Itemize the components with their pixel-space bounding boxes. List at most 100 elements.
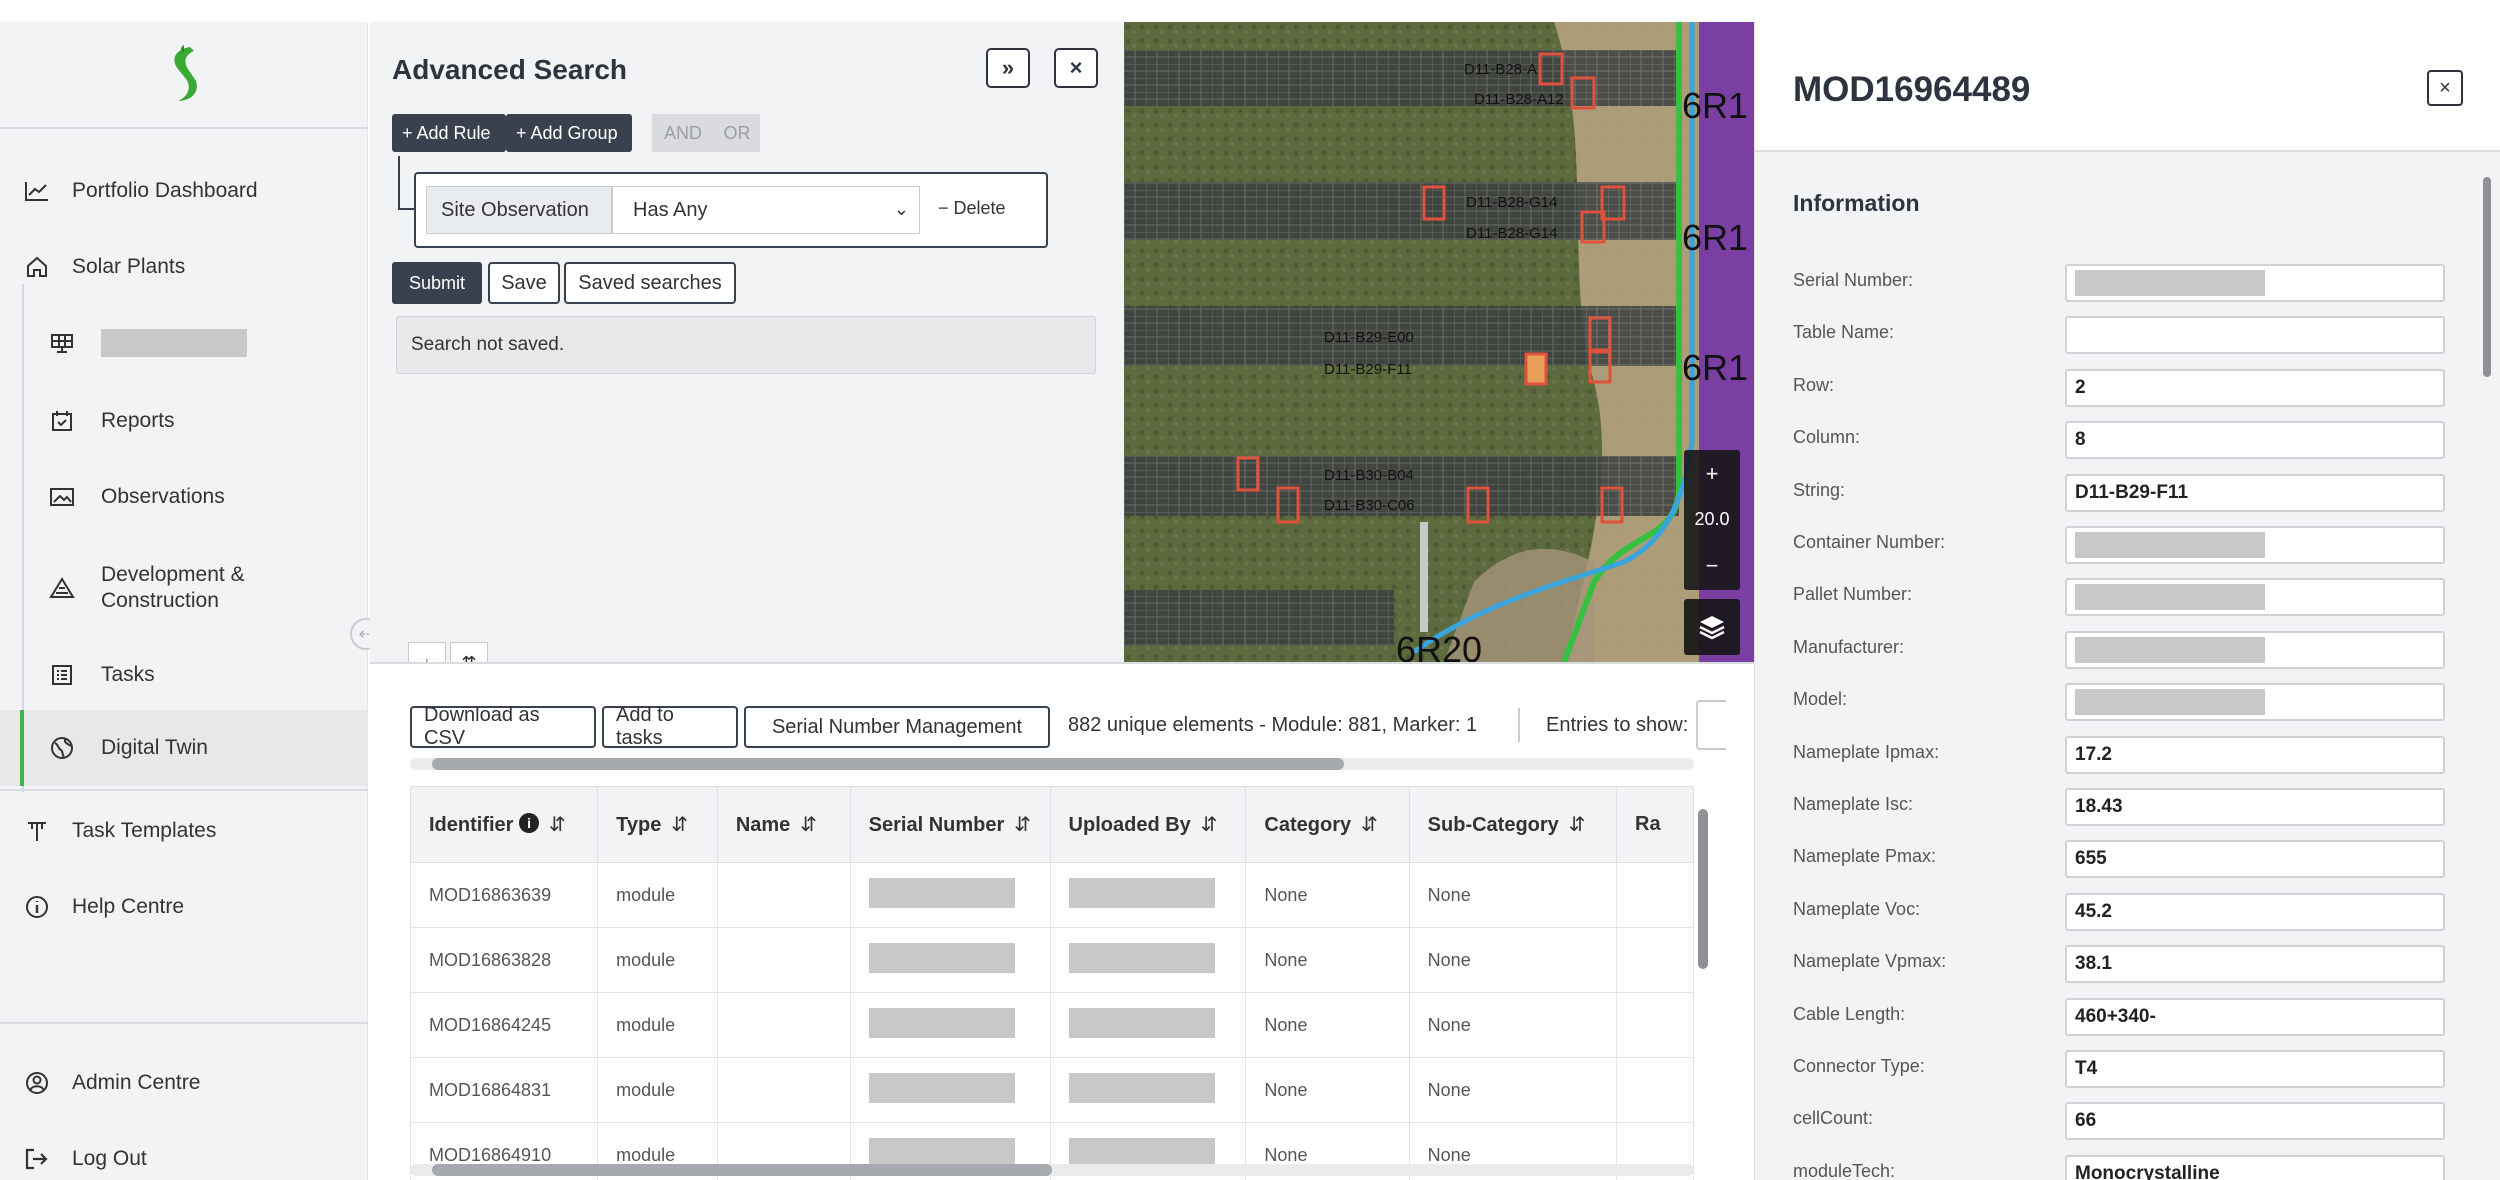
field-label: Nameplate Ipmax: [1793, 741, 1940, 762]
column-header-identifier[interactable]: Identifier i ⇵ [410, 786, 599, 863]
or-toggle[interactable]: OR [714, 114, 760, 152]
sort-icon[interactable]: ⇵ [800, 814, 817, 836]
table-row[interactable]: MOD16863639 module None None [410, 862, 1694, 928]
field-value[interactable] [2065, 526, 2445, 564]
nav-portfolio-dashboard[interactable]: Portfolio Dashboard [0, 154, 368, 228]
field-value[interactable]: 460+340- [2065, 997, 2445, 1036]
sort-icon[interactable]: ⇵ [671, 814, 688, 836]
chart-line-icon [22, 176, 52, 206]
sidebar: Portfolio Dashboard Solar Plants Reports… [0, 22, 368, 1180]
column-header-rating[interactable]: Ra [1616, 786, 1694, 863]
delete-rule-button[interactable]: − Delete [938, 198, 1006, 219]
cell-sub-category: None [1408, 927, 1618, 993]
add-to-tasks-button[interactable]: Add to tasks [602, 704, 738, 749]
add-rule-button[interactable]: + Add Rule [392, 114, 506, 152]
column-header-type[interactable]: Type ⇵ [597, 786, 718, 863]
nav-observations[interactable]: Observations [0, 460, 368, 534]
nav-label: Portfolio Dashboard [72, 179, 258, 202]
sort-icon[interactable]: ⇵ [1014, 814, 1031, 836]
field-value[interactable]: D11-B29-F11 [2065, 473, 2445, 512]
nav-admin-centre[interactable]: Admin Centre [0, 1046, 368, 1120]
column-header-uploaded-by[interactable]: Uploaded By ⇵ [1049, 786, 1247, 863]
solar-panel-icon [47, 328, 77, 358]
field-value[interactable]: T4 [2065, 1050, 2445, 1088]
cell-type: module [597, 992, 718, 1058]
scrollbar-thumb[interactable] [432, 1164, 1052, 1176]
brand-logo[interactable] [0, 22, 368, 129]
field-value[interactable]: 66 [2065, 1102, 2445, 1141]
advanced-search-title: Advanced Search [392, 54, 627, 85]
expand-panel-button[interactable]: » [986, 48, 1030, 88]
table-row[interactable]: MOD16864831 module None None [410, 1057, 1694, 1123]
scrollbar-thumb[interactable] [1698, 809, 1708, 969]
field-value[interactable]: Monocrystalline [2065, 1154, 2445, 1180]
sort-icon[interactable]: ⇵ [549, 814, 566, 836]
sort-icon[interactable]: ⇵ [1361, 814, 1378, 836]
results-summary: 882 unique elements - Module: 881, Marke… [1068, 714, 1478, 736]
divider [1518, 708, 1520, 742]
saved-searches-button[interactable]: Saved searches [564, 262, 736, 304]
table-row[interactable]: MOD16863828 module None None [410, 927, 1694, 993]
rule-operator-select[interactable]: Has Any ⌄ [612, 186, 920, 234]
add-group-button[interactable]: + Add Group [506, 114, 632, 152]
field-value[interactable]: 45.2 [2065, 892, 2445, 931]
map-view[interactable]: D11-B28-A D11-B28-A12 D11-B28-G14 D11-B2… [1124, 22, 1754, 662]
field-label: String: [1793, 479, 1846, 500]
column-header-name[interactable]: Name ⇵ [716, 786, 851, 863]
close-detail-button[interactable]: × [2427, 70, 2463, 106]
field-value[interactable]: 17.2 [2065, 735, 2445, 774]
scrollbar-thumb[interactable] [432, 758, 1344, 770]
info-icon[interactable]: i [519, 813, 540, 833]
close-search-button[interactable]: × [1054, 48, 1098, 88]
cell-name [716, 927, 851, 993]
download-csv-button[interactable]: Download as CSV [410, 704, 596, 749]
map-row-label: 6R1 [1682, 85, 1748, 126]
serial-number-management-button[interactable]: Serial Number Management [744, 706, 1050, 748]
sort-icon[interactable]: ⇵ [1201, 814, 1218, 836]
column-header-sub-category[interactable]: Sub-Category ⇵ [1408, 786, 1618, 863]
field-value[interactable] [2065, 264, 2445, 302]
layers-button[interactable] [1684, 599, 1740, 655]
nav-plant-redacted[interactable] [0, 306, 368, 380]
field-value[interactable]: 2 [2065, 368, 2445, 407]
field-value[interactable] [2065, 630, 2445, 669]
redacted-plant-name [101, 329, 247, 357]
field-value[interactable]: 38.1 [2065, 945, 2445, 984]
nav-tasks[interactable]: Tasks [0, 638, 368, 712]
cell-rating [1616, 927, 1694, 993]
field-value[interactable] [2065, 578, 2445, 617]
submit-button[interactable]: Submit [392, 262, 482, 304]
field-value[interactable] [2065, 316, 2445, 355]
nav-label: Log Out [72, 1147, 147, 1170]
nav-solar-plants[interactable]: Solar Plants [0, 230, 368, 304]
field-value[interactable] [2065, 683, 2445, 722]
cell-sub-category: None [1408, 992, 1618, 1058]
nav-digital-twin[interactable]: Digital Twin [0, 710, 368, 786]
field-value[interactable]: 18.43 [2065, 788, 2445, 826]
nav-task-templates[interactable]: Task Templates [0, 794, 368, 868]
and-toggle[interactable]: AND [652, 114, 714, 152]
column-header-serial-number[interactable]: Serial Number ⇵ [849, 786, 1051, 863]
nav-help-centre[interactable]: Help Centre [0, 870, 368, 944]
nav-log-out[interactable]: Log Out [0, 1122, 368, 1180]
redacted-value [2075, 532, 2265, 558]
map-string-label: D11-B28-A [1464, 61, 1537, 78]
field-label: Pallet Number: [1793, 584, 1913, 605]
zoom-out-button[interactable]: − [1706, 553, 1719, 579]
sort-icon[interactable]: ⇵ [1569, 814, 1586, 836]
entries-select[interactable] [1696, 700, 1726, 750]
zoom-in-button[interactable]: + [1706, 461, 1719, 487]
cell-uploaded-by [1049, 992, 1247, 1058]
field-value[interactable]: 655 [2065, 840, 2445, 879]
table-row[interactable]: MOD16864245 module None None [410, 992, 1694, 1058]
field-value[interactable]: 8 [2065, 421, 2445, 460]
column-header-category[interactable]: Category ⇵ [1245, 786, 1410, 863]
cell-name [716, 992, 851, 1058]
nav-reports[interactable]: Reports [0, 384, 368, 458]
search-status-message: Search not saved. [396, 316, 1096, 374]
nav-development-construction[interactable]: Development & Construction [0, 548, 368, 628]
save-button[interactable]: Save [488, 262, 560, 304]
tasks-list-icon [47, 660, 77, 690]
cell-serial-number [849, 992, 1051, 1058]
scrollbar-thumb[interactable] [2483, 177, 2491, 377]
